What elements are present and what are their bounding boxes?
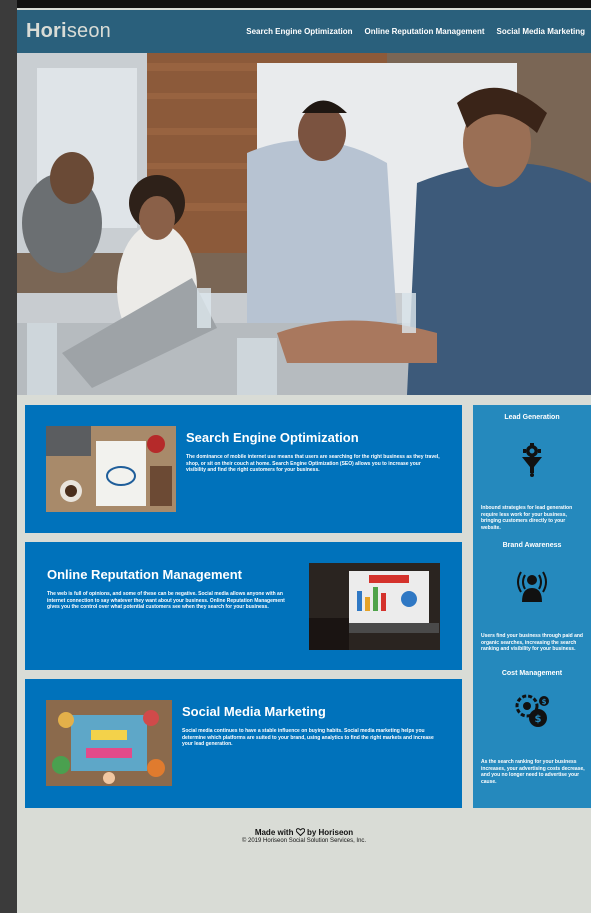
benefit-brand-awareness: Brand Awareness Users find your business…: [473, 542, 591, 652]
nav-link-social[interactable]: Social Media Marketing: [497, 27, 585, 36]
reputation-image: [309, 563, 440, 650]
reputation-title: Online Reputation Management: [47, 567, 243, 582]
logo-accent: seon: [66, 20, 111, 42]
made-with-line: Made with by Horiseon: [17, 828, 591, 837]
window-top-bar: [0, 0, 591, 8]
logo-main: Hori: [26, 20, 67, 42]
reputation-text: The web is full of opinions, and some of…: [47, 591, 285, 610]
brand-awareness-icon: [514, 566, 550, 609]
seo-title: Search Engine Optimization: [186, 430, 359, 445]
svg-text:$: $: [535, 714, 542, 725]
benefit-lead-generation: Lead Generation Inbound strategies for l…: [473, 414, 591, 531]
main-nav: Search Engine Optimization Online Reputa…: [246, 27, 585, 36]
social-title: Social Media Marketing: [182, 704, 326, 719]
seo-text: The dominance of mobile internet use mea…: [186, 454, 440, 473]
seo-image: [46, 426, 176, 512]
by-horiseon-text: by Horiseon: [306, 828, 354, 837]
benefit-title: Lead Generation: [504, 414, 560, 421]
window-left-bar: [0, 0, 17, 913]
site-footer: Made with by Horiseon © 2019 Horiseon So…: [17, 828, 591, 844]
lead-generation-icon: [520, 443, 544, 482]
nav-link-reputation[interactable]: Online Reputation Management: [365, 27, 485, 36]
page: Horiseon Search Engine Optimization Onli…: [17, 8, 591, 913]
site-logo[interactable]: Horiseon: [26, 20, 111, 43]
cost-management-icon: $ $: [513, 692, 551, 735]
benefit-title: Brand Awareness: [502, 542, 562, 549]
benefit-title: Cost Management: [501, 670, 563, 677]
benefit-text: Inbound strategies for lead generation r…: [481, 505, 573, 531]
reputation-card: Online Reputation Management The web is …: [25, 542, 462, 670]
nav-link-seo[interactable]: Search Engine Optimization: [246, 27, 352, 36]
made-with-text: Made with: [254, 828, 294, 837]
hero-photo: [17, 53, 591, 395]
copyright: © 2019 Horiseon Social Solution Services…: [241, 838, 367, 844]
benefits-sidebar: Lead Generation Inbound strategies for l…: [473, 405, 591, 808]
heart-icon: [295, 828, 305, 837]
hero-image: [17, 53, 591, 395]
benefit-text: Users find your business through paid an…: [481, 633, 583, 652]
social-text: Social media continues to have a stable …: [182, 728, 434, 747]
site-header: Horiseon Search Engine Optimization Onli…: [17, 10, 591, 53]
benefit-cost-management: Cost Management $ $ As the search rankin…: [473, 670, 591, 785]
seo-card: Search Engine Optimization The dominance…: [25, 405, 462, 533]
social-card: Social Media Marketing Social media cont…: [25, 679, 462, 808]
svg-text:$: $: [542, 698, 547, 706]
benefit-text: As the search ranking for your business …: [481, 759, 585, 785]
social-image: [46, 700, 172, 786]
